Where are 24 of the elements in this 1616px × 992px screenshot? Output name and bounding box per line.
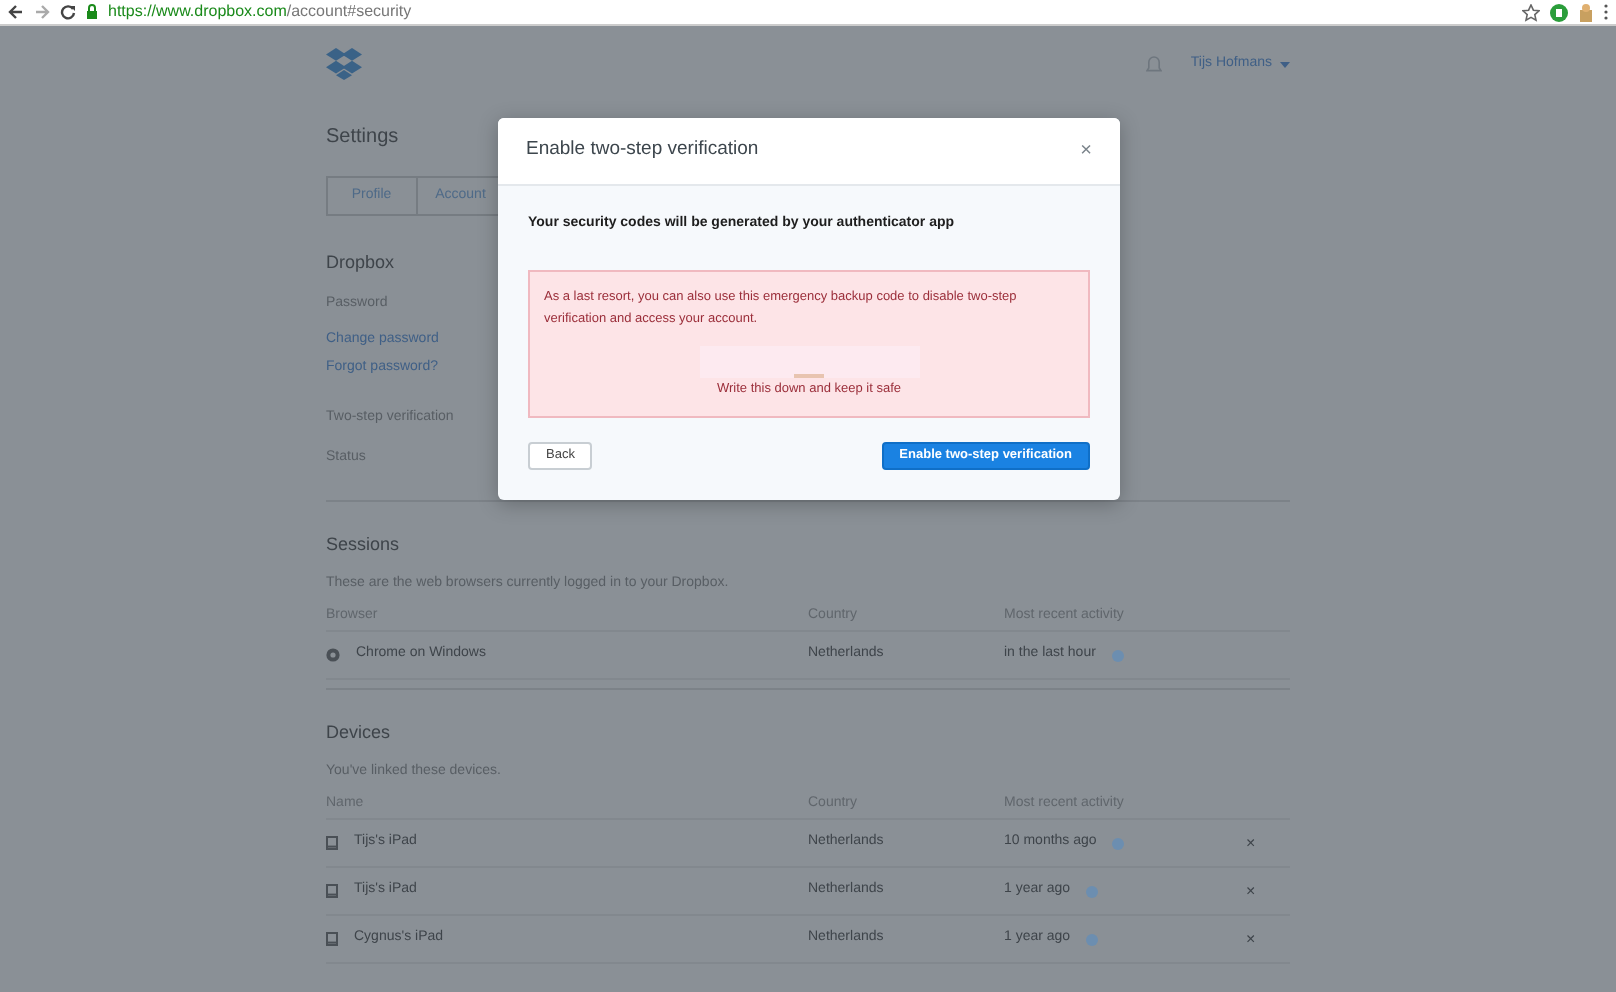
remove-button[interactable]: ×: [1246, 927, 1256, 951]
notification-bell-icon[interactable]: [1146, 55, 1163, 73]
star-icon[interactable]: [1522, 3, 1540, 21]
modal-title: Enable two-step verification: [526, 136, 759, 165]
browser-logo-icon: [326, 648, 340, 662]
tablet-icon: [326, 884, 338, 898]
lock-icon: [86, 4, 98, 20]
section-heading: Dropbox: [326, 250, 397, 276]
reload-icon[interactable]: [60, 4, 76, 20]
extension-icon[interactable]: [1550, 3, 1568, 21]
section-heading: Sessions: [326, 532, 402, 558]
address-bar-url[interactable]: https://www.dropbox.com/account#security: [108, 0, 412, 24]
extension-icon[interactable]: [1578, 3, 1594, 21]
remove-button[interactable]: ×: [1246, 831, 1256, 855]
remove-button[interactable]: ×: [1246, 879, 1256, 903]
caret-icon: [1280, 61, 1290, 67]
close-button[interactable]: ×: [1080, 141, 1092, 161]
tablet-icon: [326, 836, 338, 850]
forward-arrow-icon[interactable]: [34, 4, 50, 20]
tablet-icon: [326, 932, 338, 946]
dropbox-logo-icon[interactable]: [326, 48, 362, 80]
section-heading: Devices: [326, 720, 393, 746]
page-title: Settings: [326, 124, 399, 152]
back-arrow-icon[interactable]: [8, 4, 24, 20]
